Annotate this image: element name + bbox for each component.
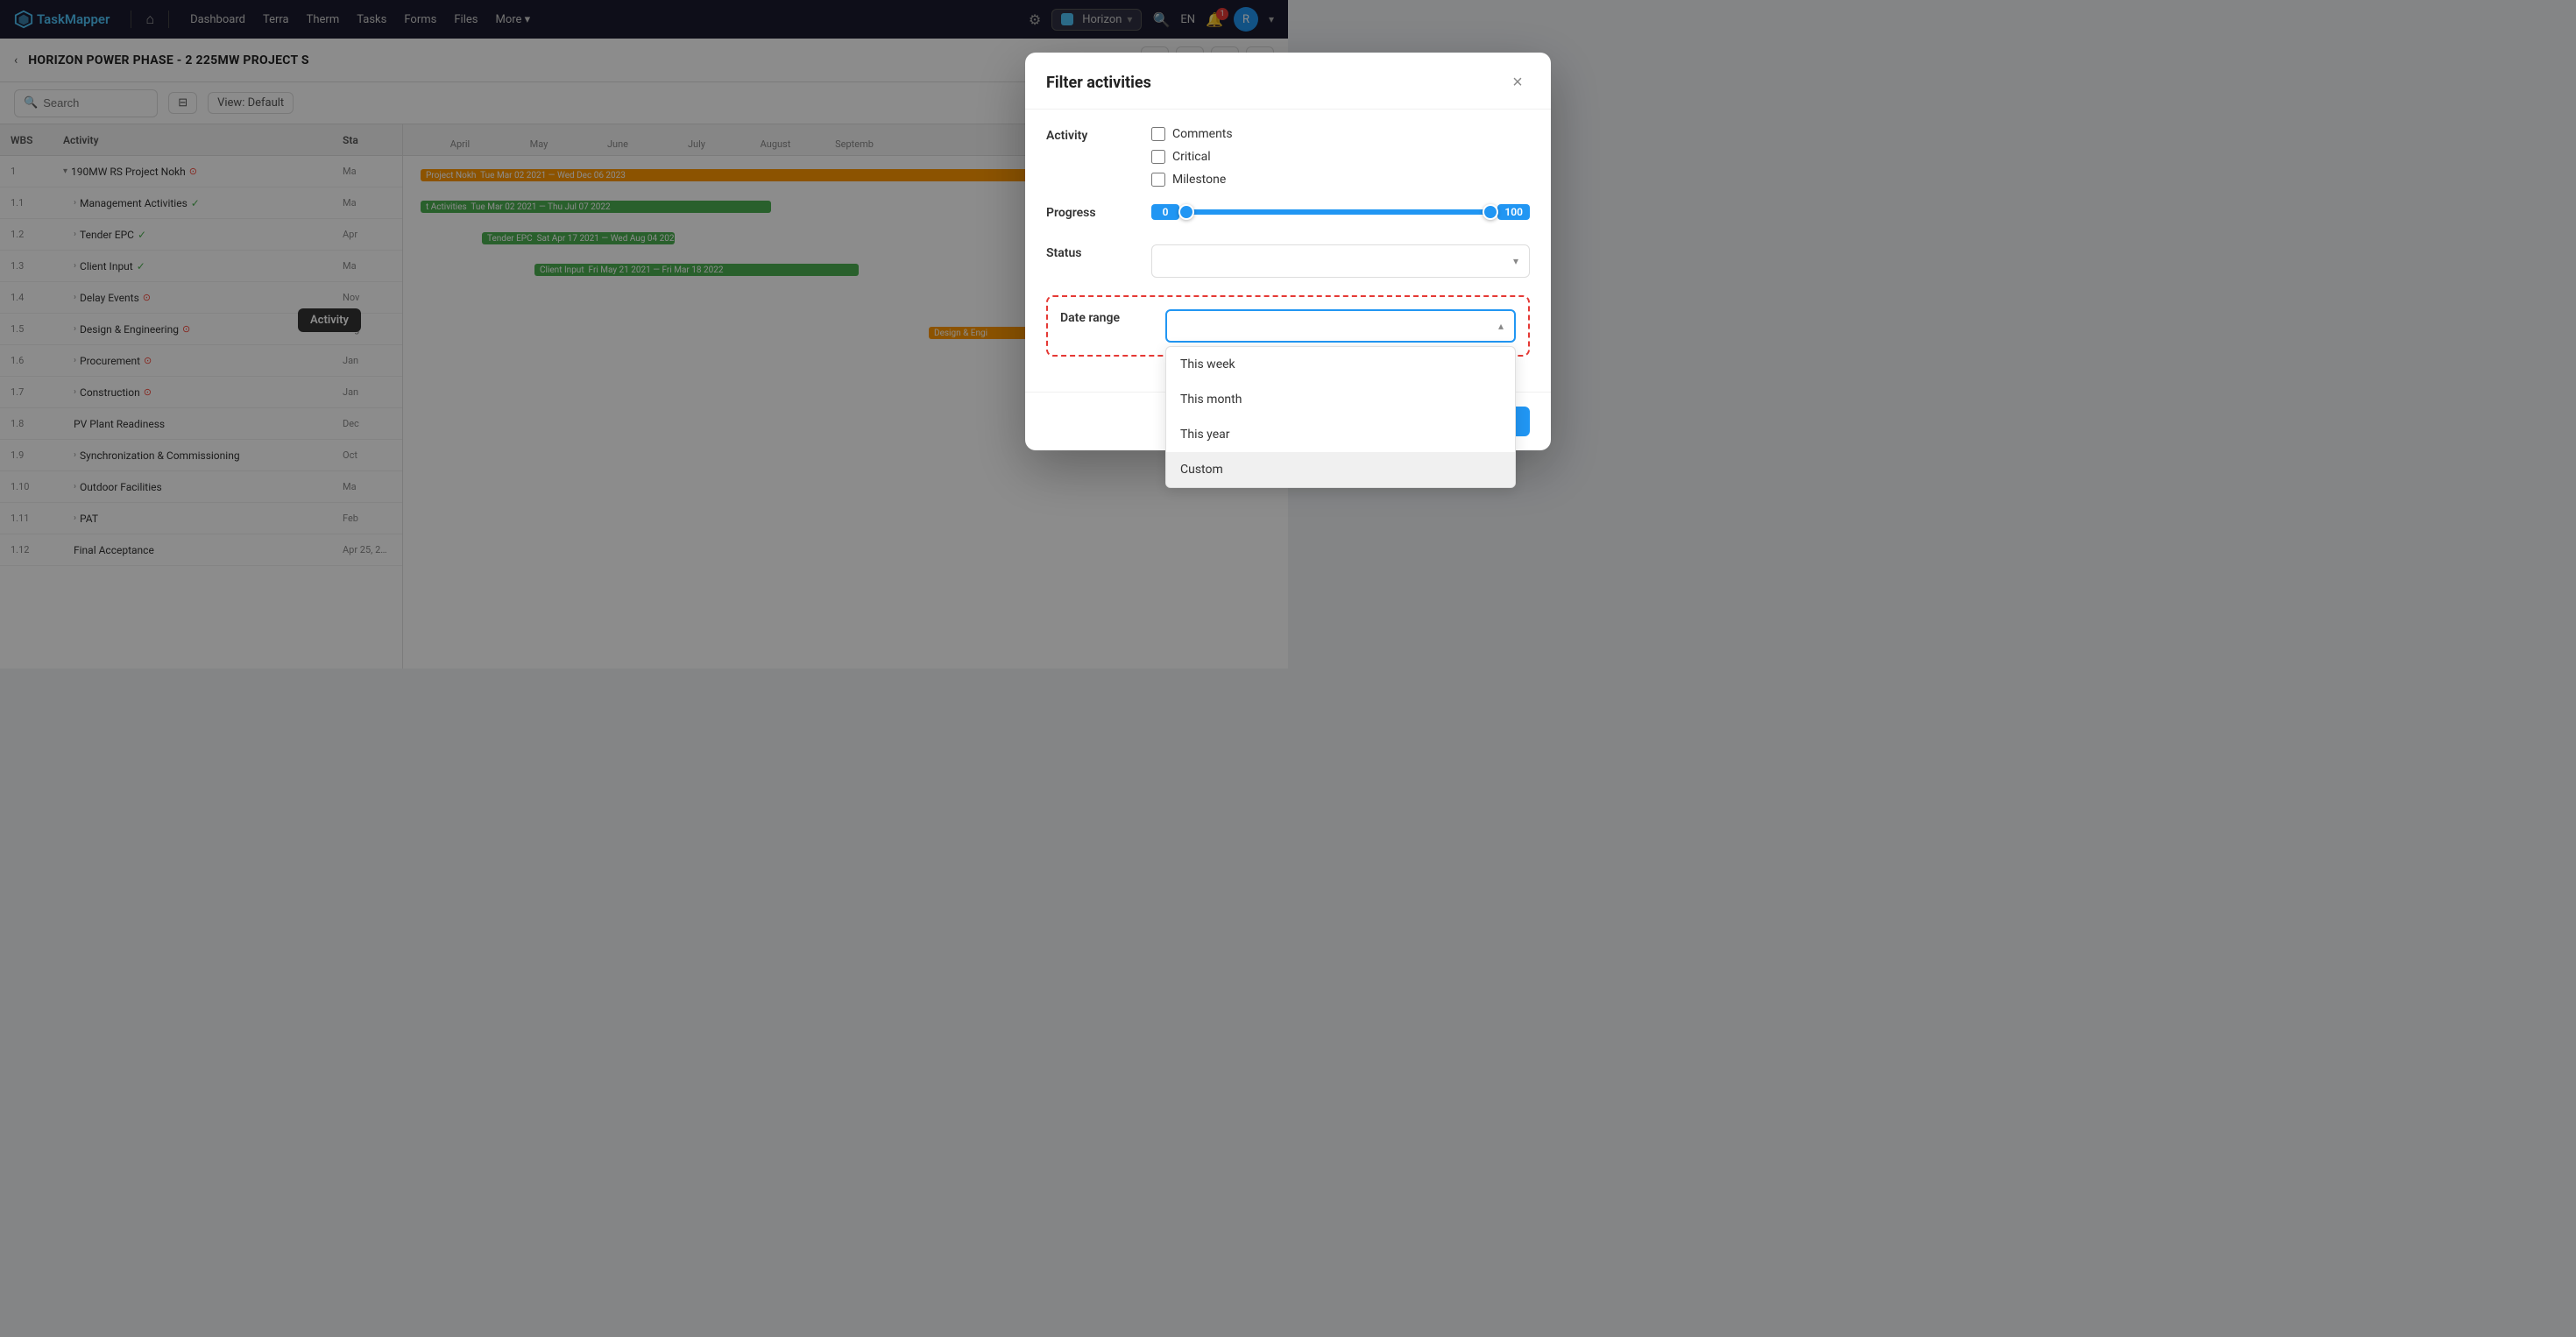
progress-filter-row: Progress 0 100 bbox=[1046, 204, 1530, 227]
date-range-option-this-month[interactable]: This month bbox=[1166, 382, 1515, 417]
date-range-label: Date range bbox=[1060, 309, 1165, 325]
milestone-checkbox-item: Milestone bbox=[1151, 173, 1530, 187]
progress-max-badge: 100 bbox=[1497, 204, 1530, 220]
date-range-option-this-year[interactable]: This year bbox=[1166, 417, 1515, 452]
progress-max-thumb[interactable] bbox=[1483, 204, 1498, 220]
status-select[interactable]: ▾ bbox=[1151, 244, 1530, 278]
activity-filter-label: Activity bbox=[1046, 127, 1151, 143]
date-range-chevron-icon: ▴ bbox=[1498, 320, 1504, 332]
progress-min-badge: 0 bbox=[1151, 204, 1179, 220]
critical-label[interactable]: Critical bbox=[1172, 150, 1211, 164]
date-range-option-custom[interactable]: Custom bbox=[1166, 452, 1515, 487]
date-range-row: Date range ▴ This week This month This y… bbox=[1060, 309, 1516, 343]
date-range-menu: This week This month This year Custom bbox=[1165, 346, 1516, 488]
progress-content: 0 100 bbox=[1151, 204, 1530, 227]
modal-title: Filter activities bbox=[1046, 74, 1151, 92]
activity-filter-row: Activity Comments Critical Milestone bbox=[1046, 127, 1530, 187]
milestone-label[interactable]: Milestone bbox=[1172, 173, 1226, 187]
milestone-checkbox[interactable] bbox=[1151, 173, 1165, 187]
status-filter-row: Status ▾ bbox=[1046, 244, 1530, 278]
date-range-section: Date range ▴ This week This month This y… bbox=[1046, 295, 1530, 357]
status-filter-label: Status bbox=[1046, 244, 1151, 260]
comments-checkbox[interactable] bbox=[1151, 127, 1165, 141]
modal-body: Activity Comments Critical Milestone bbox=[1025, 110, 1551, 392]
status-chevron-icon: ▾ bbox=[1513, 255, 1518, 267]
comments-checkbox-item: Comments bbox=[1151, 127, 1530, 141]
date-range-dropdown: ▴ This week This month This year Custom bbox=[1165, 309, 1516, 343]
status-content: ▾ bbox=[1151, 244, 1530, 278]
progress-min-thumb[interactable] bbox=[1178, 204, 1194, 220]
comments-label[interactable]: Comments bbox=[1172, 127, 1233, 141]
date-range-trigger[interactable]: ▴ bbox=[1165, 309, 1516, 343]
critical-checkbox[interactable] bbox=[1151, 150, 1165, 164]
progress-filter-label: Progress bbox=[1046, 204, 1151, 220]
modal-header: Filter activities × bbox=[1025, 53, 1551, 110]
modal-close-button[interactable]: × bbox=[1505, 70, 1530, 95]
modal-overlay: Filter activities × Activity Comments Cr… bbox=[0, 0, 2576, 1337]
filter-modal: Filter activities × Activity Comments Cr… bbox=[1025, 53, 1551, 450]
critical-checkbox-item: Critical bbox=[1151, 150, 1530, 164]
activity-checkboxes: Comments Critical Milestone bbox=[1151, 127, 1530, 187]
date-range-option-this-week[interactable]: This week bbox=[1166, 347, 1515, 382]
